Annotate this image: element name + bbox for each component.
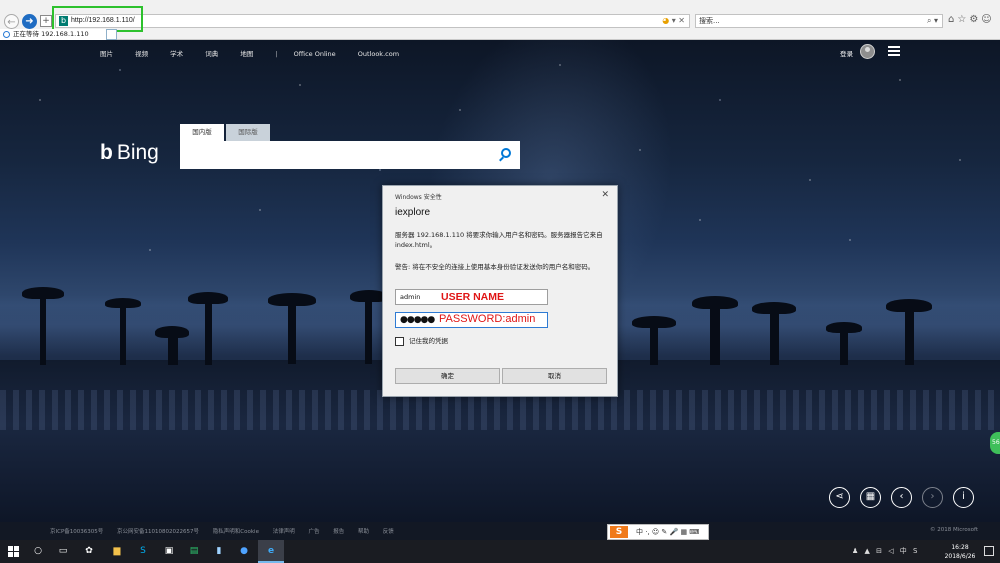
next-image-button[interactable]: › — [922, 487, 943, 508]
side-badge[interactable]: 56 — [990, 432, 1000, 454]
new-tab-button[interactable] — [106, 29, 117, 40]
dialog-title: Windows 安全性 — [395, 194, 442, 201]
bing-logo-text: Bing — [116, 141, 159, 164]
tab-title: 正在等待 192.168.1.110 — [13, 30, 89, 38]
app-icon[interactable]: ▮ — [212, 544, 226, 558]
login-link[interactable]: 登录 — [840, 48, 853, 58]
bing-logo[interactable]: b Bing — [100, 141, 159, 165]
page-icon[interactable]: + — [40, 15, 52, 27]
bing-nav: 图片 视频 学术 词典 地图 | Office Online Outlook.c… — [100, 48, 419, 58]
windows-taskbar: ○ ▭ ✿ ▆ S ▣ ▤ ▮ ● e ♟ ▲ ⊟ ◁ 中 S 16:28 20… — [0, 540, 1000, 563]
forward-button[interactable]: ➜ — [22, 14, 37, 29]
app-icon[interactable]: ▣ — [162, 544, 176, 558]
nav-office-online[interactable]: Office Online — [294, 50, 336, 58]
windows-start-icon[interactable] — [8, 546, 19, 557]
address-actions[interactable]: ◕ ▾ ✕ — [662, 15, 685, 27]
footer-link[interactable]: 广告 — [308, 529, 319, 535]
ime-buttons[interactable]: 中 ·, ☺ ✎ 🎤 ▦ ⌨ — [636, 526, 699, 538]
search-icon[interactable] — [501, 148, 511, 158]
browser-toolbar: ← ➜ + b http://192.168.1.110/ ◕ ▾ ✕ 搜索..… — [0, 0, 1000, 40]
loading-spinner-icon — [3, 31, 10, 38]
footer-link[interactable]: 京ICP备10036305号 — [50, 529, 103, 535]
footer-link[interactable]: 隐私声明和Cookie — [213, 529, 259, 535]
task-view-icon[interactable]: ▭ — [56, 544, 70, 558]
baobab-tree — [205, 300, 212, 365]
baobab-tree — [770, 310, 779, 365]
app-icon[interactable]: ● — [237, 544, 251, 558]
password-annotation: PASSWORD:admin — [439, 313, 536, 325]
nav-outlook[interactable]: Outlook.com — [358, 50, 399, 58]
bing-b-icon: b — [100, 141, 113, 164]
qr-code-button[interactable]: ▦ — [860, 487, 881, 508]
dialog-warning: 警告: 将在不安全的连接上使用基本身份验证发送你的用户名和密码。 — [395, 263, 595, 271]
baobab-tree — [288, 302, 296, 364]
skype-icon[interactable]: S — [136, 544, 150, 558]
notification-icon[interactable] — [984, 546, 994, 556]
share-button[interactable]: ⋖ — [829, 487, 850, 508]
footer-link[interactable]: 帮助 — [358, 529, 369, 535]
baobab-tree — [120, 305, 126, 365]
cancel-button[interactable]: 取消 — [502, 368, 607, 384]
baobab-tree — [710, 305, 720, 365]
home-favorites-settings-icons[interactable]: ⌂☆⚙☺ — [948, 14, 995, 25]
search-box[interactable]: 搜索... ⌕ ▾ — [695, 14, 943, 28]
close-icon[interactable]: ✕ — [601, 190, 609, 200]
footer-link[interactable]: 法律声明 — [273, 529, 295, 535]
nav-maps[interactable]: 地图 — [240, 50, 253, 58]
browser-tab[interactable]: 正在等待 192.168.1.110 — [0, 29, 108, 40]
avatar[interactable] — [860, 44, 875, 59]
ie-taskbar-button[interactable]: e — [258, 540, 284, 563]
nav-academic[interactable]: 学术 — [170, 50, 183, 58]
nav-images[interactable]: 图片 — [100, 50, 113, 58]
internet-explorer-icon: e — [267, 546, 275, 556]
sogou-logo-icon[interactable]: S — [610, 526, 628, 538]
menu-icon[interactable] — [888, 46, 900, 56]
nav-videos[interactable]: 视频 — [135, 50, 148, 58]
username-value[interactable]: admin — [400, 290, 420, 304]
baobab-tree — [650, 325, 658, 365]
dialog-message: 服务器 192.168.1.110 将要求你输入用户名和密码。服务器报告它来自 … — [395, 231, 603, 249]
info-button[interactable]: i — [953, 487, 974, 508]
search-placeholder[interactable]: 搜索... — [699, 15, 720, 27]
bing-search-input[interactable] — [180, 141, 520, 169]
copyright: © 2018 Microsoft — [929, 527, 978, 533]
file-explorer-icon[interactable]: ▆ — [110, 544, 124, 558]
ok-button[interactable]: 确定 — [395, 368, 500, 384]
ime-toolbar[interactable]: S 中 ·, ☺ ✎ 🎤 ▦ ⌨ — [607, 524, 709, 540]
nav-separator: | — [275, 50, 278, 58]
date: 2018/6/26 — [944, 553, 976, 560]
baobab-tree — [40, 295, 46, 365]
password-value[interactable]: ●●●●● — [400, 313, 435, 327]
search-icon[interactable]: ⌕ ▾ — [927, 15, 938, 27]
back-button[interactable]: ← — [4, 14, 19, 29]
time: 16:28 — [951, 544, 969, 551]
clock[interactable]: 16:28 2018/6/26 — [940, 543, 980, 561]
stop-icon[interactable]: ✕ — [678, 16, 685, 25]
compat-view-icon[interactable]: ◕ — [662, 16, 669, 25]
system-tray[interactable]: ♟ ▲ ⊟ ◁ 中 S — [852, 546, 919, 556]
footer-link[interactable]: 反馈 — [383, 529, 394, 535]
baobab-tree — [905, 308, 914, 365]
footer-links: 京ICP备10036305号 京公网安备11010802022657号 隐私声明… — [50, 527, 406, 535]
dialog-app-name: iexplore — [395, 207, 431, 218]
baobab-tree — [365, 298, 372, 364]
footer-link[interactable]: 京公网安备11010802022657号 — [117, 529, 199, 535]
app-icon[interactable]: ✿ — [82, 544, 96, 558]
tab-international[interactable]: 国际版 — [226, 124, 270, 141]
remember-label[interactable]: 记住我的凭据 — [409, 337, 448, 346]
bing-footer: 京ICP备10036305号 京公网安备11010802022657号 隐私声明… — [0, 522, 1000, 540]
address-bar[interactable]: b http://192.168.1.110/ ◕ ▾ ✕ — [55, 14, 690, 28]
footer-link[interactable]: 报告 — [333, 529, 344, 535]
previous-image-button[interactable]: ‹ — [891, 487, 912, 508]
nav-dictionary[interactable]: 词典 — [205, 50, 218, 58]
remember-checkbox[interactable] — [395, 337, 404, 346]
cortana-icon[interactable]: ○ — [31, 544, 45, 558]
windows-security-dialog: Windows 安全性 ✕ iexplore 服务器 192.168.1.110… — [382, 185, 618, 397]
spreadsheet-icon[interactable]: ▤ — [187, 544, 201, 558]
tab-domestic[interactable]: 国内版 — [180, 124, 224, 141]
username-annotation: USER NAME — [441, 291, 505, 303]
